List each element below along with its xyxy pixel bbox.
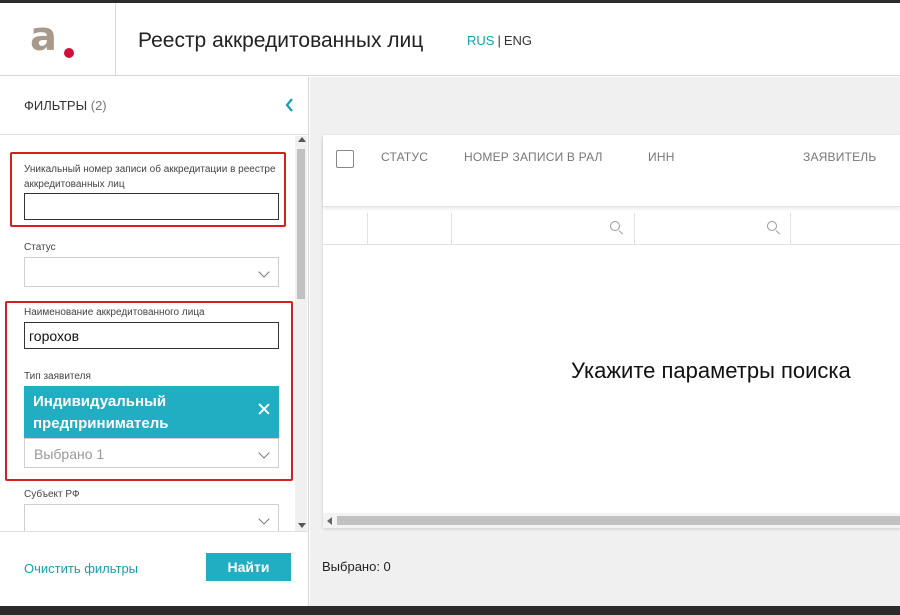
sidebar-scrollbar-thumb[interactable]: [297, 149, 305, 299]
find-button[interactable]: Найти: [206, 553, 291, 581]
filter-cell-status[interactable]: [368, 213, 452, 245]
region-select[interactable]: [24, 504, 279, 531]
chevron-down-icon: [258, 513, 270, 525]
table-filter-row: [323, 213, 900, 245]
filters-header: ФИЛЬТРЫ (2): [0, 77, 308, 135]
applicant-type-label: Тип заявителя: [24, 371, 91, 382]
filter-cell-inn[interactable]: [635, 213, 791, 245]
search-icon[interactable]: [610, 221, 624, 235]
table-horizontal-scrollbar[interactable]: [323, 513, 900, 528]
selected-count: Выбрано: 0: [322, 559, 391, 574]
table-scrollbar-thumb[interactable]: [337, 516, 900, 525]
filters-footer: Очистить фильтры Найти: [0, 531, 308, 606]
filters-sidebar: ФИЛЬТРЫ (2) Уникальный номер записи об а…: [0, 77, 309, 606]
logo-letter: a: [30, 14, 57, 60]
chevron-left-icon[interactable]: [284, 97, 298, 115]
filters-count: (2): [90, 98, 107, 113]
filters-title-label: ФИЛЬТРЫ: [24, 98, 88, 113]
lang-rus-link[interactable]: RUS: [467, 33, 494, 48]
filters-scroll-area[interactable]: Уникальный номер записи об аккредитации …: [0, 136, 308, 531]
filter-cell-applicant[interactable]: [791, 213, 900, 245]
results-table: СТАТУС НОМЕР ЗАПИСИ В РАЛ ИНН ЗАЯВИТЕЛЬ …: [323, 135, 900, 528]
scroll-down-arrow-icon[interactable]: [298, 523, 306, 528]
scroll-left-arrow-icon[interactable]: [327, 517, 332, 525]
applicant-type-chip: Индивидуальный предприниматель: [24, 386, 279, 438]
logo-dot: [64, 48, 74, 58]
applicant-type-chip-text: Индивидуальный предприниматель: [33, 393, 169, 432]
applicant-type-select[interactable]: Выбрано 1: [24, 438, 279, 468]
lang-eng-link[interactable]: ENG: [504, 33, 532, 48]
scroll-up-arrow-icon[interactable]: [298, 137, 306, 142]
filters-title: ФИЛЬТРЫ (2): [24, 98, 107, 113]
logo[interactable]: a: [0, 3, 116, 76]
column-header-inn[interactable]: ИНН: [648, 150, 675, 164]
column-header-status[interactable]: СТАТУС: [381, 150, 428, 164]
region-label: Субъект РФ: [24, 489, 80, 500]
filter-cell-checkbox: [323, 213, 368, 245]
applicant-type-summary: Выбрано 1: [34, 446, 105, 462]
select-all-checkbox[interactable]: [336, 150, 354, 168]
chevron-down-icon: [258, 447, 270, 459]
empty-state-message: Укажите параметры поиска: [571, 358, 851, 383]
table-header: СТАТУС НОМЕР ЗАПИСИ В РАЛ ИНН ЗАЯВИТЕЛЬ: [323, 135, 900, 207]
filter-cell-record-number[interactable]: [452, 213, 635, 245]
lang-separator: |: [497, 33, 501, 48]
language-switcher: RUS | ENG: [467, 33, 532, 48]
status-label: Статус: [24, 242, 56, 253]
close-icon[interactable]: [257, 402, 271, 416]
status-select[interactable]: [24, 257, 279, 287]
page-title: Реестр аккредитованных лиц: [138, 29, 424, 52]
search-icon[interactable]: [767, 221, 781, 235]
column-header-applicant[interactable]: ЗАЯВИТЕЛЬ: [803, 150, 876, 164]
accreditation-number-input[interactable]: [24, 193, 279, 220]
chevron-down-icon: [258, 266, 270, 278]
app-header: a Реестр аккредитованных лиц RUS | ENG: [0, 3, 900, 76]
entity-name-input[interactable]: [24, 322, 279, 349]
accreditation-number-label: Уникальный номер записи об аккредитации …: [24, 164, 276, 190]
results-panel: СТАТУС НОМЕР ЗАПИСИ В РАЛ ИНН ЗАЯВИТЕЛЬ …: [310, 77, 900, 606]
clear-filters-link[interactable]: Очистить фильтры: [24, 561, 138, 576]
window-bottom-edge: [0, 606, 900, 615]
entity-name-label: Наименование аккредитованного лица: [24, 307, 205, 318]
column-header-record-number[interactable]: НОМЕР ЗАПИСИ В РАЛ: [464, 150, 603, 164]
